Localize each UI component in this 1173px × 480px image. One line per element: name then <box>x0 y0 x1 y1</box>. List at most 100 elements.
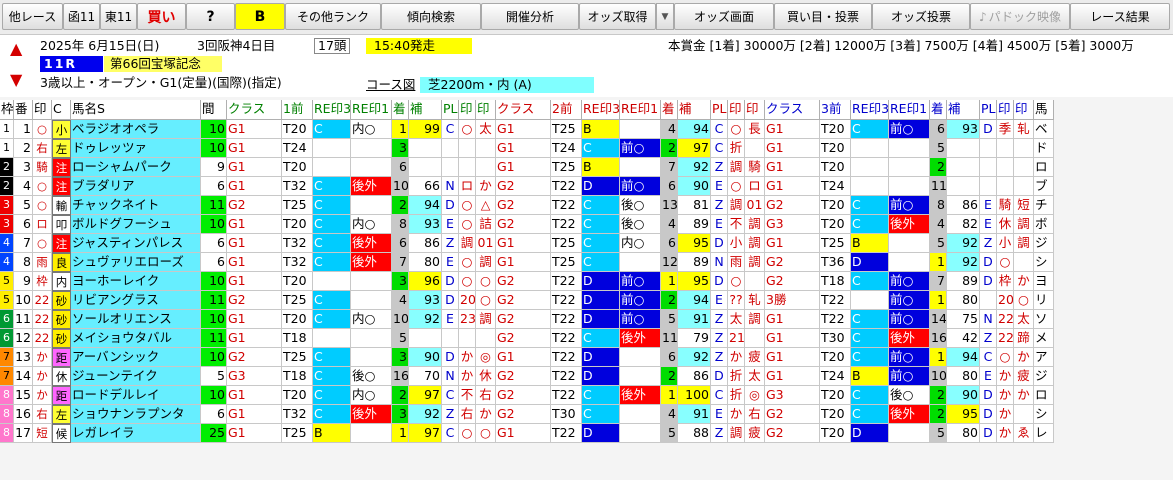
mark-a-cell-1: ○ <box>459 253 476 272</box>
header-re3-3: RE印3 <box>851 100 889 120</box>
condition-cell: 叩 <box>52 215 71 234</box>
next-race-down-arrow-icon[interactable]: ▼ <box>10 71 22 89</box>
rank-b-button[interactable]: B <box>235 3 285 30</box>
class-cell-3: G2 <box>765 272 820 291</box>
header-re3-2: RE印3 <box>582 100 620 120</box>
mark-cell: か <box>33 386 52 405</box>
pl-cell-1: D <box>442 348 459 367</box>
tail-cell: ボ <box>1034 215 1054 234</box>
prev-cell-3: T24 <box>820 177 851 196</box>
mark-b-cell-2: ロ <box>745 177 765 196</box>
mark-cell: 22 <box>33 291 52 310</box>
mark-b-cell-3: 調 <box>1014 215 1034 234</box>
header-mark: 印 <box>33 100 52 120</box>
adj-cell-1 <box>409 158 442 177</box>
adj-cell-1: 97 <box>409 424 442 443</box>
mark-b-cell-2: 疲 <box>745 424 765 443</box>
meeting-analysis-button[interactable]: 開催分析 <box>481 3 579 30</box>
paddock-video-button[interactable]: ♪ パドック映像 <box>970 3 1070 30</box>
rank-cell-3: 2 <box>930 158 947 177</box>
rank-cell-3: 10 <box>930 367 947 386</box>
waku-cell: 2 <box>0 158 14 177</box>
re1-cell-2: 前○ <box>620 139 661 158</box>
prev-cell-2: T22 <box>551 386 582 405</box>
rank-cell-2: 1 <box>661 386 678 405</box>
pl-cell-1 <box>442 158 459 177</box>
re3-cell-2: D <box>582 177 620 196</box>
class-cell-2: G1 <box>496 424 551 443</box>
race-heads: 17頭 <box>314 38 351 54</box>
re3-cell-3: D <box>851 424 889 443</box>
re1-cell-1 <box>351 272 392 291</box>
race-date: 2025年 6月15日(日) <box>40 38 160 53</box>
re3-cell-1: C <box>313 310 351 329</box>
re1-cell-2: 前○ <box>620 272 661 291</box>
mark-a-cell-2: か <box>728 348 745 367</box>
header-pl3: PL <box>980 100 997 120</box>
prev-cell-1: T32 <box>282 253 313 272</box>
tail-cell: ブ <box>1034 177 1054 196</box>
prev-cell-1: T20 <box>282 215 313 234</box>
rank-cell-2: 13 <box>661 196 678 215</box>
re3-cell-2: C <box>582 405 620 424</box>
prev-cell-3: T20 <box>820 348 851 367</box>
trend-search-button[interactable]: 傾向検索 <box>381 3 481 30</box>
re3-cell-3: C <box>851 310 889 329</box>
class-cell-1: G1 <box>227 177 282 196</box>
other-rank-button[interactable]: その他ランク <box>285 3 381 30</box>
horse-number-cell: 1 <box>14 120 33 139</box>
interval-cell: 11 <box>201 329 227 348</box>
condition-cell: 小 <box>52 120 71 139</box>
condition-cell: 距 <box>52 348 71 367</box>
interval-cell: 25 <box>201 424 227 443</box>
mark-a-cell-2: 小 <box>728 234 745 253</box>
mark-b-cell-1: 休 <box>476 367 496 386</box>
adj-cell-3: 82 <box>947 215 980 234</box>
header-rank2: 着 <box>661 100 678 120</box>
mark-cell: か <box>33 348 52 367</box>
mark-a-cell-2: 折 <box>728 367 745 386</box>
pl-cell-3: C <box>980 348 997 367</box>
mark-a-cell-3 <box>997 158 1014 177</box>
adj-cell-2: 95 <box>678 234 711 253</box>
course-map-link[interactable]: コース図 <box>366 77 415 93</box>
get-odds-button[interactable]: オッズ取得 <box>579 3 656 30</box>
odds-vote-button[interactable]: オッズ投票 <box>872 3 970 30</box>
re1-cell-1: 内○ <box>351 120 392 139</box>
re1-cell-2 <box>620 158 661 177</box>
adj-cell-3: 94 <box>947 348 980 367</box>
re3-cell-2: C <box>582 234 620 253</box>
adj-cell-1: 99 <box>409 120 442 139</box>
odds-screen-button[interactable]: オッズ画面 <box>674 3 774 30</box>
mark-b-cell-1: 右 <box>476 386 496 405</box>
waku-cell: 7 <box>0 367 14 386</box>
rank-cell-1: 3 <box>392 139 409 158</box>
mark-b-cell-3: か <box>1014 386 1034 405</box>
pl-cell-3: E <box>980 196 997 215</box>
header-prev3: 3前 <box>820 100 851 120</box>
pl-cell-1: E <box>442 215 459 234</box>
header-re1-2: RE印1 <box>620 100 661 120</box>
interval-cell: 10 <box>201 120 227 139</box>
tail-cell: リ <box>1034 291 1054 310</box>
rank-cell-1: 7 <box>392 253 409 272</box>
odds-dropdown-arrow-icon[interactable]: ▼ <box>656 3 674 30</box>
mark-b-cell-1: ○ <box>476 272 496 291</box>
hakodate-11-button[interactable]: 函11 <box>63 3 100 30</box>
race-result-button[interactable]: レース結果 <box>1070 3 1170 30</box>
help-button[interactable]: ? <box>186 3 235 30</box>
other-race-button[interactable]: 他レース <box>2 3 63 30</box>
tokyo-11-button[interactable]: 東11 <box>100 3 137 30</box>
mark-a-cell-3 <box>997 177 1014 196</box>
bet-vote-button[interactable]: 買い目・投票 <box>774 3 872 30</box>
adj-cell-3: 80 <box>947 291 980 310</box>
mark-b-cell-1 <box>476 329 496 348</box>
prev-race-up-arrow-icon[interactable]: ▲ <box>10 40 22 58</box>
buy-button[interactable]: 買い <box>137 3 186 30</box>
mark-a-cell-3: 小 <box>997 234 1014 253</box>
rank-cell-3: 4 <box>930 215 947 234</box>
horse-name-cell: シュヴァリエローズ <box>71 253 201 272</box>
condition-cell: 左 <box>52 139 71 158</box>
prev-cell-3: T36 <box>820 253 851 272</box>
header-c: C <box>52 100 71 120</box>
